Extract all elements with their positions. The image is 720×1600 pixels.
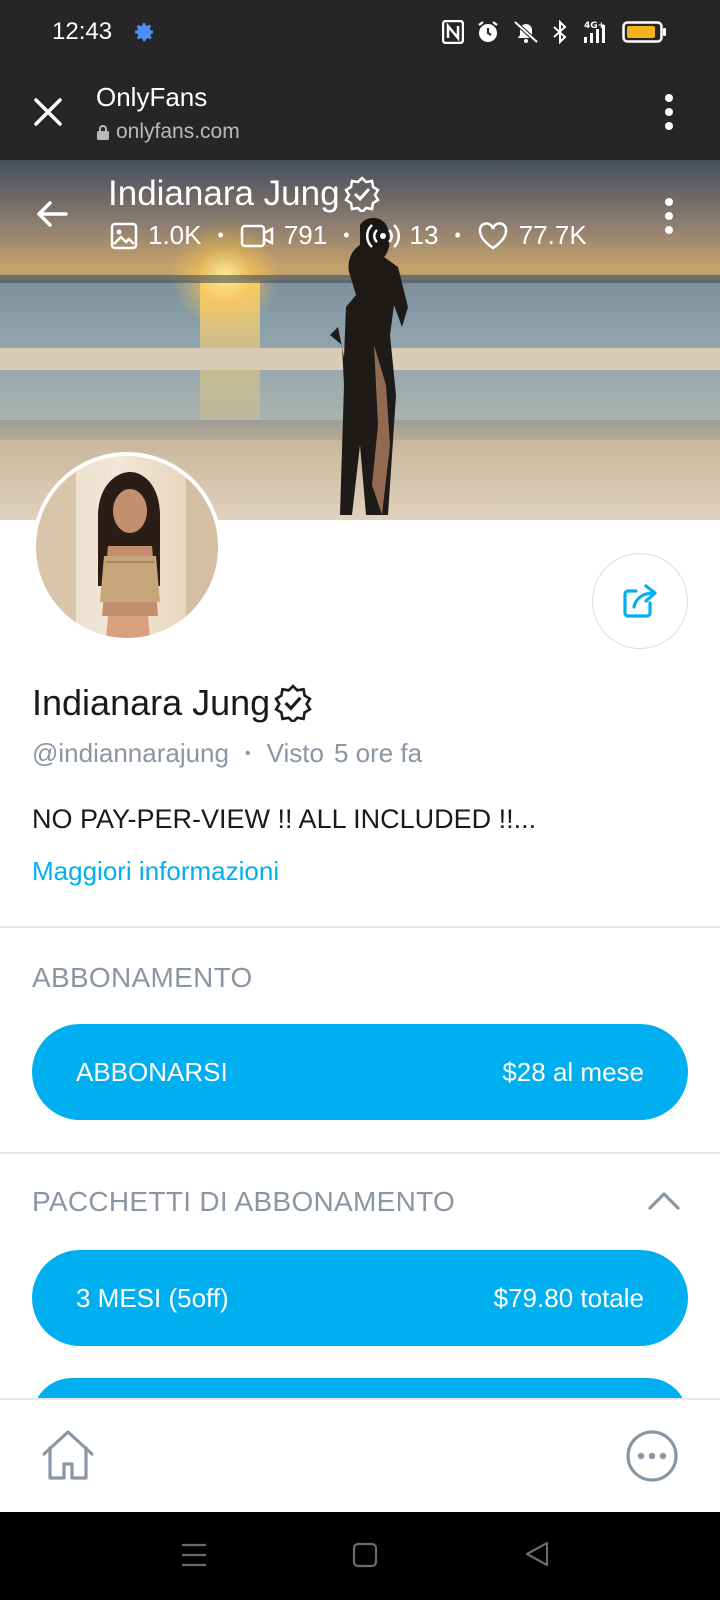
verified-badge-icon: [343, 176, 380, 212]
system-navigation-bar: [0, 1512, 720, 1600]
browser-url[interactable]: onlyfans.com: [96, 120, 240, 144]
more-vertical-icon[interactable]: [662, 92, 676, 132]
stat-separator: •: [343, 225, 350, 245]
bundles-title: PACCHETTI DI ABBONAMENTO: [32, 1186, 456, 1217]
profile-name-text: Indianara Jung: [32, 682, 271, 723]
status-bar: 12:43 4G+: [0, 0, 720, 66]
subscribe-label: ABBONARSI: [76, 1056, 228, 1087]
browser-url-text: onlyfans.com: [116, 120, 240, 143]
cover-stats: 1.0K • 791 • 13 • 77.7K: [110, 220, 587, 251]
subscribe-price: $28 al mese: [502, 1056, 644, 1087]
share-icon: [623, 584, 657, 618]
browser-toolbar: OnlyFans onlyfans.com: [0, 66, 720, 160]
more-options-icon[interactable]: [624, 1428, 680, 1484]
video-icon: [240, 224, 274, 247]
browser-title: OnlyFans: [96, 82, 208, 112]
stat-videos[interactable]: 791: [240, 220, 327, 251]
close-icon[interactable]: [30, 94, 66, 130]
bluetooth-icon: [553, 20, 567, 44]
heart-icon: [478, 221, 508, 249]
broadcast-icon: [365, 223, 400, 248]
bundle-button[interactable]: 3 MESI (5off) $79.80 totale: [32, 1250, 688, 1346]
system-home-icon[interactable]: [352, 1542, 378, 1568]
stat-videos-count: 791: [283, 220, 328, 250]
stat-likes-count: 77.7K: [518, 220, 587, 250]
battery-icon: [622, 21, 666, 43]
settings-icon: [135, 23, 153, 42]
back-arrow-icon[interactable]: [34, 196, 70, 232]
stat-separator: •: [217, 225, 224, 245]
divider: [0, 1152, 720, 1154]
more-vertical-icon[interactable]: [662, 196, 676, 236]
recent-apps-icon[interactable]: [180, 1542, 208, 1568]
mute-icon: [513, 20, 539, 44]
bottom-navigation: [0, 1398, 720, 1512]
home-icon[interactable]: [38, 1428, 98, 1484]
nfc-icon: [442, 20, 464, 44]
profile-bio: NO PAY-PER-VIEW !! ALL INCLUDED !!...: [32, 804, 537, 834]
subscription-title: ABBONAMENTO: [32, 962, 253, 993]
signal-4g-icon: 4G+: [584, 21, 605, 43]
cover-creator-name: Indianara Jung: [108, 174, 380, 214]
stat-separator: •: [454, 225, 461, 245]
profile-username: @indiannarajung: [32, 738, 229, 768]
chevron-up-icon[interactable]: [646, 1188, 682, 1212]
last-seen-time: 5 ore fa: [333, 738, 423, 768]
profile-meta: @indiannarajung • Visto 5 ore fa: [32, 738, 422, 769]
stat-streams-count: 13: [409, 220, 439, 250]
last-seen-label: Visto: [266, 738, 324, 768]
alarm-icon: [478, 21, 498, 42]
avatar-image: [36, 456, 218, 638]
lock-icon: [97, 125, 109, 140]
status-time: 12:43: [52, 18, 113, 45]
profile-name: Indianara Jung: [32, 682, 312, 724]
status-icons: 4G+: [442, 18, 668, 46]
stat-photos-count: 1.0K: [148, 220, 202, 250]
stat-likes[interactable]: 77.7K: [477, 220, 587, 251]
divider: [0, 926, 720, 928]
more-info-link[interactable]: Maggiori informazioni: [32, 856, 279, 887]
bundle-price: $79.80 totale: [493, 1282, 644, 1313]
verified-badge-icon: [274, 684, 312, 722]
bundle-label: 3 MESI (5off): [76, 1282, 229, 1313]
avatar[interactable]: [32, 452, 222, 642]
stat-streams[interactable]: 13: [365, 220, 439, 251]
cover-name-text: Indianara Jung: [108, 174, 340, 213]
stat-photos[interactable]: 1.0K: [110, 220, 202, 251]
meta-separator: •: [244, 744, 251, 762]
share-button[interactable]: [592, 553, 688, 649]
image-icon: [110, 222, 138, 249]
system-back-icon[interactable]: [524, 1540, 550, 1568]
subscribe-button[interactable]: ABBONARSI $28 al mese: [32, 1024, 688, 1120]
avatar-portrait: [36, 456, 218, 638]
